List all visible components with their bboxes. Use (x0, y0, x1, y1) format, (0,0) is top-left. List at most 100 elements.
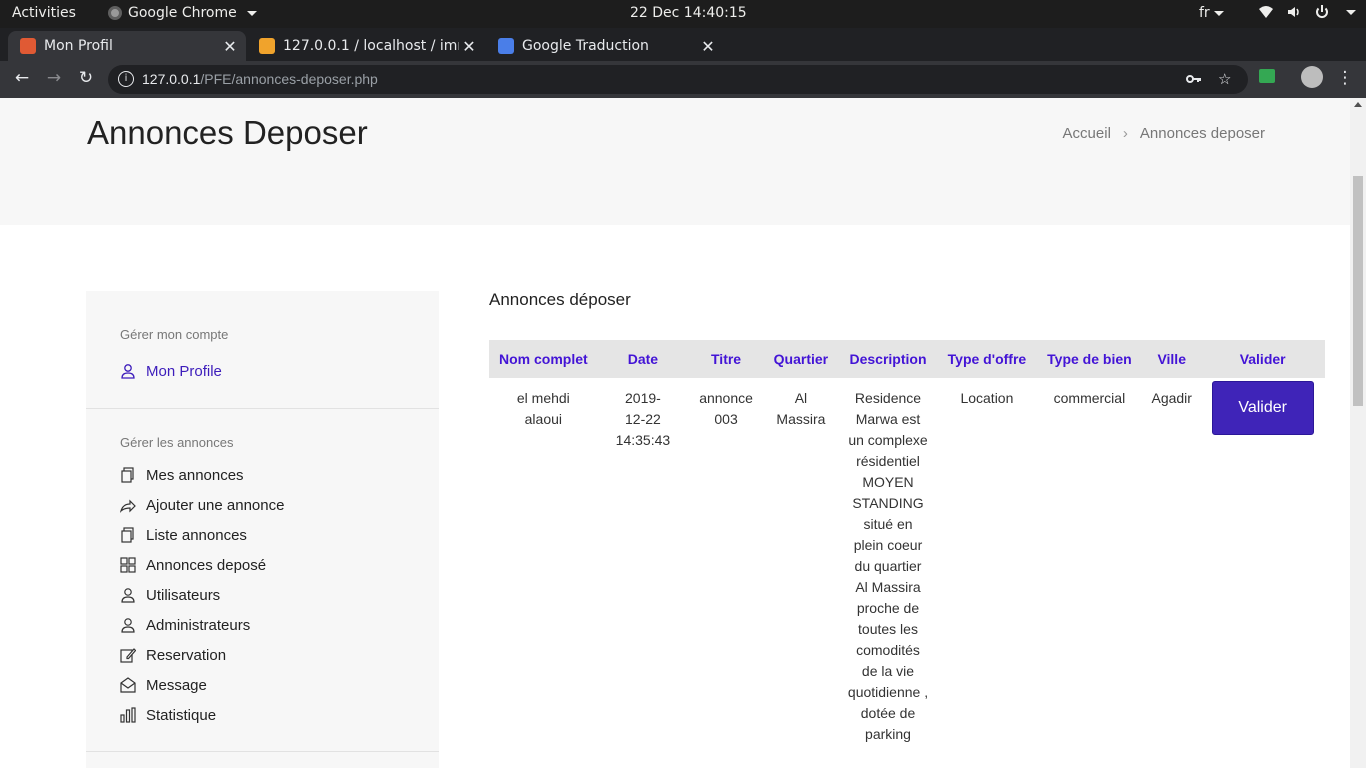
cell-titre: annonce 003 (699, 390, 753, 427)
sidebar-item-statistique[interactable]: Statistique (120, 700, 439, 730)
column-header: Valider (1200, 340, 1325, 378)
breadcrumb: Accueil › Annonces deposer (1063, 125, 1265, 142)
page-viewport: Annonces Deposer Accueil › Annonces depo… (0, 98, 1350, 768)
chevron-down-icon (1346, 9, 1356, 15)
system-tray[interactable] (1258, 4, 1356, 20)
activities-button[interactable]: Activities (12, 5, 76, 21)
back-button[interactable]: ← (11, 68, 33, 88)
menu-icon[interactable]: ⋮ (1334, 68, 1356, 88)
key-icon[interactable] (1186, 72, 1202, 86)
sidebar-item-label: Annonces deposé (146, 556, 267, 574)
cell-nom: el mehdi alaoui (516, 390, 570, 427)
sidebar-item-label: Utilisateurs (146, 586, 221, 604)
system-top-bar: Activities Google Chrome 22 Dec 14:40:15… (0, 0, 1366, 28)
document-icon (121, 467, 134, 483)
power-icon (1316, 5, 1328, 18)
column-header: Titre (688, 340, 764, 378)
chevron-down-icon (246, 10, 257, 16)
annonces-table: Nom complet Date Titre Quartier Descript… (489, 340, 1325, 755)
close-icon[interactable]: ✕ (698, 37, 718, 56)
address-bar[interactable]: i 127.0.0.1/PFE/annonces-deposer.php ☆ (108, 65, 1248, 94)
sidebar-item-label: Message (146, 676, 207, 694)
cell-action: Valider (1200, 378, 1325, 755)
sidebar-item-label: Administrateurs (146, 616, 251, 634)
sidebar-item-reservation[interactable]: Reservation (120, 640, 439, 670)
info-icon[interactable]: i (118, 71, 134, 87)
close-icon[interactable]: ✕ (220, 37, 240, 56)
url-host: 127.0.0.1 (142, 71, 201, 87)
wifi-icon (1259, 6, 1273, 18)
ads-heading: Gérer les annonces (120, 435, 234, 450)
account-section: Gérer mon compte Mon Profile (86, 291, 439, 386)
account-heading: Gérer mon compte (120, 327, 229, 342)
column-header: Type de bien (1035, 340, 1144, 378)
app-menu[interactable]: Google Chrome (108, 5, 257, 21)
google-translate-icon (498, 38, 514, 54)
column-header: Date (597, 340, 689, 378)
url-path: /PFE/annonces-deposer.php (200, 71, 378, 87)
breadcrumb-home-link[interactable]: Accueil (1063, 125, 1111, 142)
app-menu-label: Google Chrome (128, 5, 237, 21)
sidebar-item-annonces-depose[interactable]: Annonces deposé (120, 550, 439, 580)
sidebar-item-liste-annonces[interactable]: Liste annonces (120, 520, 439, 550)
breadcrumb-separator: › (1122, 125, 1128, 142)
user-icon (121, 618, 135, 633)
sidebar-item-message[interactable]: Message (120, 670, 439, 700)
cell-ville: Agadir (1151, 390, 1192, 406)
close-icon[interactable]: ✕ (459, 37, 479, 56)
column-header: Ville (1143, 340, 1201, 378)
page-header: Annonces Deposer Accueil › Annonces depo… (0, 98, 1350, 225)
breadcrumb-current: Annonces deposer (1139, 125, 1265, 142)
user-icon (121, 364, 135, 379)
account-sidebar: Gérer mon compte Mon Profile Gérer les a… (86, 291, 439, 768)
language-label: fr (1199, 5, 1210, 21)
tab-mon-profil[interactable]: Mon Profil ✕ (8, 31, 246, 61)
extension-icon[interactable] (1259, 69, 1275, 83)
column-header: Nom complet (489, 340, 598, 378)
phpmyadmin-icon (259, 38, 275, 54)
clock[interactable]: 22 Dec 14:40:15 (630, 5, 747, 21)
star-icon[interactable]: ☆ (1218, 70, 1231, 88)
scrollbar-thumb[interactable] (1353, 176, 1363, 406)
tab-phpmyadmin[interactable]: 127.0.0.1 / localhost / imm ✕ (247, 31, 485, 61)
grid-icon (120, 557, 136, 573)
sidebar-item-label: Reservation (146, 646, 227, 664)
valider-button[interactable]: Valider (1211, 381, 1314, 435)
cell-type-offre: Location (960, 390, 1014, 406)
section-title: Annonces déposer (489, 290, 631, 309)
ads-section: Gérer les annonces Mes annonces Ajouter … (86, 409, 439, 730)
sidebar-item-label: Liste annonces (146, 526, 247, 544)
column-header: Type d'offre (938, 340, 1036, 378)
table-row: el mehdi alaoui 2019-12-22 14:35:43 anno… (489, 378, 1325, 755)
reload-button[interactable]: ↻ (75, 68, 97, 88)
sidebar-item-ajouter-annonce[interactable]: Ajouter une annonce (120, 490, 439, 520)
column-header: Description (837, 340, 939, 378)
chevron-down-icon (1213, 10, 1224, 16)
sidebar-item-label: Ajouter une annonce (146, 496, 285, 514)
sidebar-item-label: Mes annonces (146, 466, 244, 484)
tab-strip: Mon Profil ✕ 127.0.0.1 / localhost / imm… (0, 28, 1366, 85)
edit-icon (120, 648, 136, 663)
page-scrollbar[interactable] (1350, 98, 1366, 768)
tab-google-traduction[interactable]: Google Traduction ✕ (486, 31, 724, 61)
xampp-icon (20, 38, 36, 54)
cell-date: 2019-12-22 14:35:43 (615, 390, 671, 448)
forward-button[interactable]: → (43, 68, 65, 88)
avatar[interactable] (1301, 66, 1323, 88)
bar-chart-icon (120, 707, 136, 723)
language-indicator[interactable]: fr (1199, 5, 1224, 21)
column-header: Quartier (763, 340, 838, 378)
sidebar-item-administrateurs[interactable]: Administrateurs (120, 610, 439, 640)
sidebar-item-mes-annonces[interactable]: Mes annonces (120, 460, 439, 490)
cell-quartier: Al Massira (776, 390, 826, 427)
scroll-up-icon[interactable] (1354, 102, 1362, 107)
cell-description: Residence Marwa est un complexe résident… (847, 390, 929, 742)
sidebar-item-mon-profile[interactable]: Mon Profile (120, 356, 439, 386)
envelope-icon (120, 677, 136, 693)
url-text: 127.0.0.1/PFE/annonces-deposer.php (142, 71, 378, 87)
chrome-icon (108, 6, 122, 20)
sidebar-item-label: Mon Profile (146, 362, 222, 380)
sidebar-item-utilisateurs[interactable]: Utilisateurs (120, 580, 439, 610)
user-icon (121, 588, 135, 603)
browser-toolbar: ← → ↻ i 127.0.0.1/PFE/annonces-deposer.p… (0, 61, 1366, 98)
